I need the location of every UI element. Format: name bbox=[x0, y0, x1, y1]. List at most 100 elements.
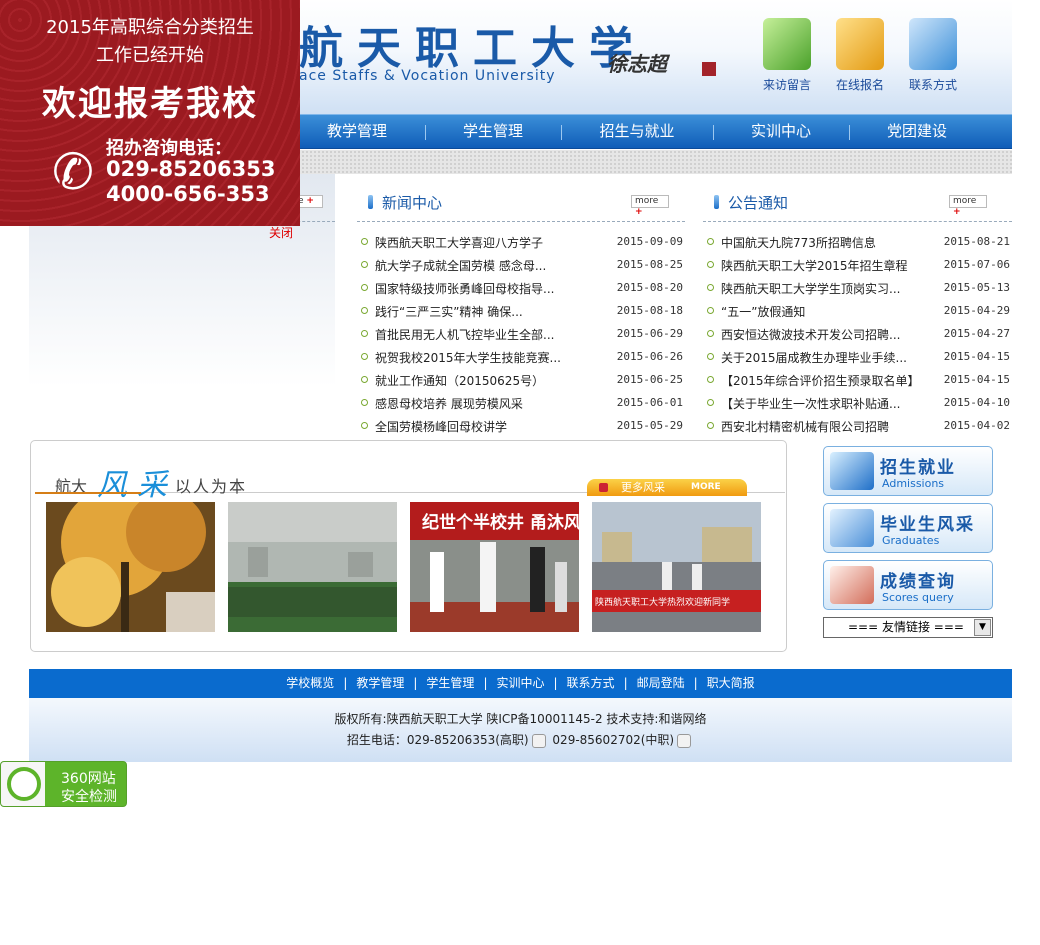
bullet-icon bbox=[361, 238, 368, 245]
footer-link[interactable]: 邮局登陆 bbox=[637, 676, 685, 690]
gallery-photo-drill[interactable] bbox=[228, 502, 397, 632]
footer-link[interactable]: 联系方式 bbox=[567, 676, 615, 690]
ad-line: 工作已经开始 bbox=[96, 45, 204, 66]
bullet-icon bbox=[361, 330, 368, 337]
gallery-header: 航大 风采 以人为本 更多风采 MORE bbox=[35, 451, 785, 503]
nav-separator bbox=[849, 125, 850, 140]
notice-header: 公告通知 more + bbox=[703, 180, 1012, 222]
bullet-icon bbox=[707, 376, 714, 383]
nav-item-teaching[interactable]: 教学管理 bbox=[297, 115, 417, 149]
news-item[interactable]: 国家特级技师张勇峰回母校指导... 2015-08-20 bbox=[357, 278, 685, 301]
phone-icon bbox=[909, 18, 957, 70]
ad-line: 2015年高职综合分类招生 bbox=[46, 17, 254, 38]
360-security-badge[interactable]: 360网站 安全检测 bbox=[0, 761, 127, 807]
footer-link[interactable]: 学生管理 bbox=[426, 676, 474, 690]
campus-gallery: 航大 风采 以人为本 更多风采 MORE 纪世个半校井 甬沐风 陕西航天职工大学… bbox=[30, 440, 787, 652]
scores-button[interactable]: 成绩查询 Scores query bbox=[823, 560, 993, 610]
nav-item-admissions[interactable]: 招生与就业 bbox=[569, 115, 705, 149]
banner-text: 陕西航天职工大学热烈欢迎新同学 bbox=[595, 596, 730, 608]
close-ad-link[interactable]: 关闭 bbox=[269, 224, 293, 241]
header-link-signup[interactable]: 在线报名 bbox=[825, 18, 895, 93]
notice-item[interactable]: 关于2015届成教生办理毕业手续... 2015-04-15 bbox=[703, 347, 1012, 370]
news-item[interactable]: 首批民用无人机飞控毕业生全部... 2015-06-29 bbox=[357, 324, 685, 347]
phone-line: 招生电话：029-85206353(高职) 029-85602702(中职) bbox=[29, 731, 1012, 748]
footer-link[interactable]: 教学管理 bbox=[356, 676, 404, 690]
graduates-button[interactable]: 毕业生风采 Graduates bbox=[823, 503, 993, 553]
nav-item-training[interactable]: 实训中心 bbox=[721, 115, 841, 149]
bullet-icon bbox=[707, 307, 714, 314]
magnifier-icon bbox=[7, 767, 41, 801]
welcome-event-photo: 陕西航天职工大学热烈欢迎新同学 bbox=[592, 502, 761, 632]
news-more-link[interactable]: more + bbox=[631, 195, 669, 217]
news-item[interactable]: 感恩母校培养 展现劳模风采 2015-06-01 bbox=[357, 393, 685, 416]
bullet-icon bbox=[707, 399, 714, 406]
news-item[interactable]: 就业工作通知（20150625号） 2015-06-25 bbox=[357, 370, 685, 393]
notice-item[interactable]: 西安北村精密机械有限公司招聘 2015-04-02 bbox=[703, 416, 1012, 439]
chat-icon[interactable] bbox=[531, 733, 546, 748]
footer-nav: 学校概览 | 教学管理 | 学生管理 | 实训中心 | 联系方式 | 邮局登陆 | 职大简报 bbox=[29, 669, 1012, 698]
monitor-icon bbox=[830, 452, 874, 490]
news-panel: 新闻中心 more + 陕西航天职工大学喜迎八方学子 2015-09-09 航大学… bbox=[357, 180, 685, 440]
gallery-title: 风采 bbox=[97, 468, 177, 503]
friend-links-select[interactable]: === 友情链接 === ▼ bbox=[823, 617, 993, 638]
basketball-photo: 纪世个半校井 甬沐风 bbox=[410, 502, 579, 632]
news-item[interactable]: 陕西航天职工大学喜迎八方学子 2015-09-09 bbox=[357, 232, 685, 255]
news-item[interactable]: 全国劳模杨峰回母校讲学 2015-05-29 bbox=[357, 416, 685, 439]
notice-item[interactable]: “五一”放假通知 2015-04-29 bbox=[703, 301, 1012, 324]
footer-link[interactable]: 实训中心 bbox=[496, 676, 544, 690]
nav-separator bbox=[561, 125, 562, 140]
footer-link[interactable]: 学校概览 bbox=[286, 676, 334, 690]
news-header: 新闻中心 more + bbox=[357, 180, 685, 222]
bullet-icon bbox=[361, 284, 368, 291]
gallery-more-button[interactable]: 更多风采 MORE bbox=[587, 479, 747, 496]
bullet-icon bbox=[707, 353, 714, 360]
gallery-photo-basketball[interactable]: 纪世个半校井 甬沐风 bbox=[410, 502, 579, 632]
ad-phone: 029-85206353 bbox=[106, 157, 276, 181]
admissions-button[interactable]: 招生就业 Admissions bbox=[823, 446, 993, 496]
notice-item[interactable]: 【2015年综合评价招生预录取名单】 2015-04-15 bbox=[703, 370, 1012, 393]
footer-link[interactable]: 职大简报 bbox=[707, 676, 755, 690]
news-item[interactable]: 祝贺我校2015年大学生技能竞赛... 2015-06-26 bbox=[357, 347, 685, 370]
chevron-down-icon: ▼ bbox=[974, 619, 991, 636]
nav-item-students[interactable]: 学生管理 bbox=[433, 115, 553, 149]
chat-icon[interactable] bbox=[677, 733, 692, 748]
notice-item[interactable]: 中国航天九院773所招聘信息 2015-08-21 bbox=[703, 232, 1012, 255]
notice-item[interactable]: 陕西航天职工大学2015年招生章程 2015-07-06 bbox=[703, 255, 1012, 278]
ad-headline: 欢迎报考我校 bbox=[42, 84, 258, 124]
bullet-icon bbox=[361, 261, 368, 268]
nav-item-party[interactable]: 党团建设 bbox=[857, 115, 977, 149]
news-item[interactable]: 践行“三严三实”精神 确保... 2015-08-18 bbox=[357, 301, 685, 324]
phone-icon: ✆ bbox=[52, 143, 94, 201]
notice-item[interactable]: 西安恒达微波技术开发公司招聘... 2015-04-27 bbox=[703, 324, 1012, 347]
school-title-en: ace Staffs & Vocation University bbox=[299, 68, 556, 84]
info-icon bbox=[599, 483, 608, 492]
ad-phone: 4000-656-353 bbox=[106, 182, 270, 206]
notice-item[interactable]: 【关于毕业生一次性求职补贴通... 2015-04-10 bbox=[703, 393, 1012, 416]
admission-ad-popup[interactable]: 2015年高职综合分类招生 工作已经开始 欢迎报考我校 ✆ 招办咨询电话： 02… bbox=[0, 0, 300, 226]
bullet-icon bbox=[707, 238, 714, 245]
notice-more-link[interactable]: more + bbox=[949, 195, 987, 217]
gallery-photo-welcome[interactable]: 陕西航天职工大学热烈欢迎新同学 bbox=[592, 502, 761, 632]
bullet-icon bbox=[361, 307, 368, 314]
bullet-icon bbox=[707, 284, 714, 291]
bullet-icon bbox=[707, 422, 714, 429]
news-title: 新闻中心 bbox=[382, 194, 443, 212]
nav-separator bbox=[425, 125, 426, 140]
book-icon bbox=[830, 566, 874, 604]
notebook-icon bbox=[763, 18, 811, 70]
bullet-icon bbox=[361, 376, 368, 383]
gallery-photo-ginkgo[interactable] bbox=[46, 502, 215, 632]
gallery-title-suffix: 以人为本 bbox=[175, 477, 248, 496]
gallery-underline bbox=[35, 492, 141, 494]
seal-stamp bbox=[702, 62, 716, 76]
bullet-icon bbox=[361, 353, 368, 360]
graduation-cap-icon bbox=[830, 509, 874, 547]
copyright-text: 版权所有:陕西航天职工大学 陕ICP备10001145-2 技术支持:和谐网络 bbox=[334, 712, 707, 726]
header-link-contact[interactable]: 联系方式 bbox=[898, 18, 968, 93]
header-link-message[interactable]: 来访留言 bbox=[752, 18, 822, 93]
bullet-icon bbox=[707, 261, 714, 268]
news-item[interactable]: 航大学子成就全国劳模 感念母... 2015-08-25 bbox=[357, 255, 685, 278]
notice-item[interactable]: 陕西航天职工大学学生顶岗实习... 2015-05-13 bbox=[703, 278, 1012, 301]
school-title: 航天职工大学 bbox=[299, 23, 647, 74]
nav-separator bbox=[713, 125, 714, 140]
